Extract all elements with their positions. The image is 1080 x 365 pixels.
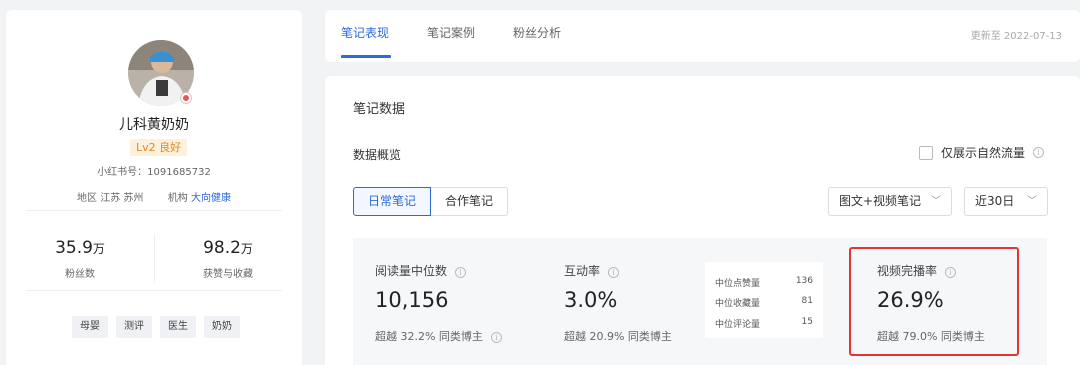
metric-interaction-value: 3.0% <box>564 288 618 312</box>
tag[interactable]: 医生 <box>160 316 196 338</box>
breakdown-label: 中位点赞量 <box>715 279 761 289</box>
breakdown-row: 中位收藏量 81 <box>715 296 813 309</box>
divider <box>26 290 282 291</box>
level-badge: Lv2 良好 <box>130 139 188 156</box>
breakdown-row: 中位评论量 15 <box>715 317 813 330</box>
org-link[interactable]: 大向健康 <box>191 193 231 204</box>
period-value: 近30日 <box>975 194 1015 208</box>
tag[interactable]: 测评 <box>116 316 152 338</box>
breakdown-label: 中位收藏量 <box>715 299 761 309</box>
interaction-breakdown: 中位点赞量 136 中位收藏量 81 中位评论量 15 <box>705 262 823 338</box>
content-type-select[interactable]: 图文+视频笔记 ﹀ <box>828 187 952 216</box>
natural-traffic-checkbox[interactable] <box>919 145 933 160</box>
profile-card: 儿科黄奶奶 Lv2 良好 小红书号：1091685732 地区 江苏 苏州 机构… <box>6 10 302 365</box>
tag-list: 母婴 测评 医生 奶奶 <box>72 316 240 338</box>
chevron-down-icon: ﹀ <box>1027 196 1037 207</box>
org-label: 机构 <box>167 193 188 204</box>
stat-fans-value: 35.9 <box>55 238 93 258</box>
metric-read-foot: 超越 32.2% 同类博主 i <box>375 328 502 344</box>
content-type-value: 图文+视频笔记 <box>839 194 922 208</box>
tag[interactable]: 奶奶 <box>204 316 240 338</box>
info-icon[interactable]: i <box>455 267 467 278</box>
highlight-box <box>849 247 1019 356</box>
metric-interaction-foot: 超越 20.9% 同类博主 <box>564 330 672 343</box>
stat-likes-unit: 万 <box>240 242 253 256</box>
updated-date: 更新至 2022-07-13 <box>970 31 1062 42</box>
info-icon[interactable]: i <box>490 332 502 343</box>
breakdown-row: 中位点赞量 136 <box>715 276 813 289</box>
breakdown-label: 中位评论量 <box>715 320 761 330</box>
note-type-switch: 日常笔记 合作笔记 <box>353 187 509 216</box>
collab-notes-button[interactable]: 合作笔记 <box>431 187 509 216</box>
tab-bar: 笔记表现 笔记案例 粉丝分析 更新至 2022-07-13 <box>325 10 1080 62</box>
section-title: 笔记数据 <box>353 102 406 117</box>
breakdown-value: 136 <box>795 276 813 286</box>
profile-name: 儿科黄奶奶 <box>119 117 189 133</box>
stat-fans-label: 粉丝数 <box>65 269 95 280</box>
active-tab-indicator <box>341 55 391 58</box>
stat-likes: 98.2万 获赞与收藏 <box>154 238 302 280</box>
stat-fans: 35.9万 粉丝数 <box>6 238 154 280</box>
natural-traffic-toggle[interactable]: 仅展示自然流量 i <box>919 144 1045 161</box>
period-select[interactable]: 近30日 ﹀ <box>964 187 1048 216</box>
region-value: 江苏 苏州 <box>100 193 144 204</box>
stat-fans-unit: 万 <box>92 242 105 256</box>
tab-note-performance[interactable]: 笔记表现 <box>341 24 389 41</box>
region-label: 地区 <box>77 193 98 204</box>
breakdown-value: 15 <box>801 317 813 327</box>
region-row: 地区 江苏 苏州 机构 大向健康 <box>6 189 302 204</box>
stat-likes-label: 获赞与收藏 <box>203 269 253 280</box>
overview-title: 数据概览 <box>353 148 402 162</box>
tab-fan-analysis[interactable]: 粉丝分析 <box>513 24 561 41</box>
gender-badge-icon <box>180 92 192 104</box>
tag[interactable]: 母婴 <box>72 316 108 338</box>
info-icon[interactable]: i <box>1033 147 1045 158</box>
xhs-id: 小红书号：1091685732 <box>97 167 211 178</box>
natural-traffic-label: 仅展示自然流量 <box>941 146 1026 160</box>
daily-notes-button[interactable]: 日常笔记 <box>353 187 432 216</box>
info-icon[interactable]: i <box>608 267 620 278</box>
stat-likes-value: 98.2 <box>203 238 241 258</box>
chevron-down-icon: ﹀ <box>931 196 941 207</box>
metric-read-label: 阅读量中位数 i <box>375 262 467 279</box>
metric-interaction-label: 互动率 i <box>564 262 620 279</box>
divider <box>26 210 282 211</box>
breakdown-value: 81 <box>801 296 813 306</box>
tab-note-cases[interactable]: 笔记案例 <box>427 24 475 41</box>
metric-read-value: 10,156 <box>375 288 449 312</box>
